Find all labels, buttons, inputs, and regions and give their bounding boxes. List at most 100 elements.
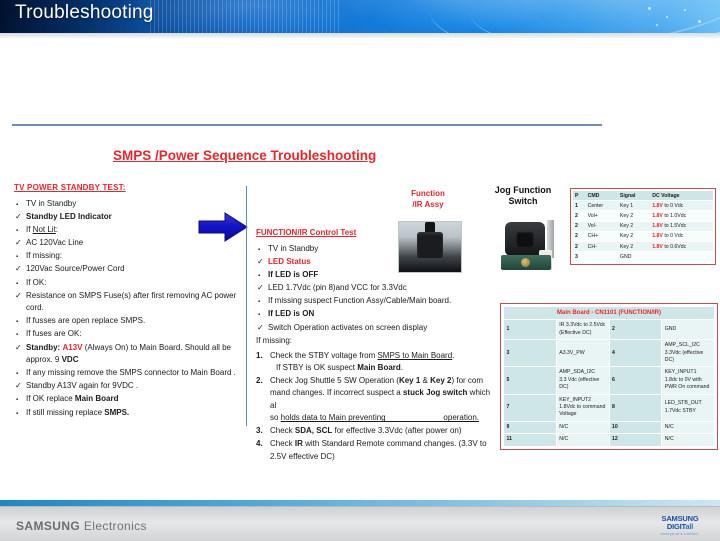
middle-numbered-item: 4. Check IR with Standard Remote command … bbox=[256, 438, 494, 463]
main-board-cell-pin-left: 9 bbox=[503, 420, 557, 435]
middle-bullet-item: ✓ Switch Operation activates on screen di… bbox=[256, 322, 494, 335]
jog-cell-cmd: Vol+ bbox=[585, 210, 618, 222]
left-column-bullet-list: ▪ TV in Standby ✓ Standby LED Indicator ▪ If … bbox=[14, 198, 242, 419]
jog-table-body: 1 Center Key 1 1.8V to 0 Vdc 2 Vol+ Key 2 1.8V … bbox=[573, 200, 713, 263]
left-bullet-item-text: If fusses are open replace SMPS. bbox=[26, 316, 146, 326]
main-board-table-row: 9 N/C 10 N/C bbox=[503, 420, 715, 435]
left-bullet-item: ▪ If any missing remove the SMPS connecto… bbox=[14, 367, 242, 380]
main-board-cell-value-left: AMP_SDA_I2C 3.3 Vdc (effective DC) bbox=[555, 366, 610, 395]
bullet-square-icon: ▪ bbox=[16, 410, 19, 417]
jog-table-row: 2 Vol- Key 2 1.8V to 1.5Vdc bbox=[573, 221, 713, 232]
bullet-square-icon: ▪ bbox=[258, 247, 261, 253]
jog-cell-dc-voltage: 1.8V to 0.6Vdc bbox=[650, 241, 713, 253]
left-bullet-item: ▪ If fuses are OK: bbox=[14, 328, 242, 341]
slide-title: SMPS /Power Sequence Troubleshooting bbox=[113, 148, 377, 163]
left-column-tv-power-standby-test: TV POWER STANDBY TEST: ▪ TV in Standby ✓ St… bbox=[14, 183, 242, 420]
left-bullet-item: ▪ If OK replace Main Board bbox=[14, 393, 242, 406]
bullet-square-icon: ▪ bbox=[258, 312, 261, 319]
left-bullet-item: ▪ TV in Standby bbox=[14, 198, 242, 211]
middle-numbered-item: 1. Check the STBY voltage from SMPS to Ma… bbox=[256, 350, 494, 375]
bullet-square-icon: ▪ bbox=[16, 202, 19, 208]
samsung-digitall-line1-b: all bbox=[685, 522, 694, 531]
main-board-cell-pin-left: 1 bbox=[503, 319, 557, 341]
left-bullet-item: ✓ AC 120Vac Line bbox=[14, 237, 242, 250]
main-board-cell-value-right: KEY_INPUT1 1.8dc to 0V with PWR On comman… bbox=[661, 366, 715, 395]
jog-table-row: 1 Center Key 1 1.8V to 0 Vdc bbox=[573, 200, 713, 212]
jog-cell-dc-voltage: 1.8V to 0 Vdc bbox=[650, 231, 713, 242]
jog-table-row: 3 GND bbox=[573, 251, 713, 263]
jog-cell-dc-voltage: 1.8V to 0 Vdc bbox=[650, 200, 713, 212]
main-board-table-body: 1 IR 3.3Vdc to 2.5Vdc (Effective DC) 2 GND 3 A… bbox=[503, 319, 715, 447]
left-bullet-item: ▪ If OK: bbox=[14, 277, 242, 290]
jog-cell-pin: 1 bbox=[573, 200, 586, 212]
jog-table-header-cell: DC Voltage bbox=[650, 191, 713, 202]
main-board-cell-value-left: KEY_INPUT2 1.8Vdc to command Voltage bbox=[555, 393, 610, 422]
samsung-digitall-line1: SAMSUNG DIGITall bbox=[648, 515, 712, 531]
jog-table-header-cell: CMD bbox=[585, 191, 618, 202]
function-ir-assy-caption-line1: Function bbox=[411, 189, 445, 198]
jog-cell-signal: Key 1 bbox=[617, 200, 651, 212]
middle-numbered-item: 2. Check Jog Shuttle 5 SW Operation (Key … bbox=[256, 375, 494, 425]
main-board-cell-pin-left: 7 bbox=[503, 393, 557, 422]
slide-content-area: SMPS /Power Sequence Troubleshooting TV … bbox=[0, 38, 720, 500]
bullet-square-icon: ▪ bbox=[16, 319, 19, 326]
checkmark-icon: ✓ bbox=[257, 283, 264, 293]
jog-pcb bbox=[501, 255, 551, 270]
function-ir-chassis-base bbox=[399, 258, 461, 272]
jog-cell-dc-voltage: 1.8V to 1.5Vdc bbox=[650, 221, 713, 232]
page-title: Troubleshooting bbox=[15, 2, 154, 23]
slide-footer: SAMSUNG Electronics SAMSUNG DIGITall eve… bbox=[0, 506, 720, 541]
main-board-cell-pin-right: 12 bbox=[608, 433, 663, 447]
jog-cell-pin: 2 bbox=[573, 231, 586, 242]
samsung-digitall-line2: everyone's invited. bbox=[660, 531, 700, 536]
step-number: 3. bbox=[256, 426, 263, 436]
jog-cell-signal: Key 2 bbox=[617, 210, 651, 222]
main-board-cell-pin-right: 8 bbox=[608, 393, 663, 422]
jog-cell-cmd: CH+ bbox=[585, 231, 618, 242]
left-bullet-item-text: Standby: A13V (Always On) to Main Board.… bbox=[26, 342, 231, 365]
jog-cell-signal: Key 2 bbox=[617, 241, 651, 253]
step-text: Check IR with Standard Remote command ch… bbox=[270, 439, 487, 461]
left-bullet-item-text: If missing: bbox=[26, 251, 63, 261]
jog-table-header-cell: Signal bbox=[617, 191, 651, 202]
checkmark-icon: ✓ bbox=[257, 257, 264, 267]
left-bullet-item: ✓ Standby: A13V (Always On) to Main Board… bbox=[14, 342, 242, 367]
main-board-cell-pin-left: 5 bbox=[503, 366, 557, 395]
jog-cell-cmd bbox=[585, 251, 618, 263]
jog-cell-signal: Key 2 bbox=[617, 231, 651, 242]
main-board-cell-value-right: N/C bbox=[661, 420, 715, 435]
footer-brand: SAMSUNG Electronics bbox=[16, 519, 147, 533]
step-number: 4. bbox=[256, 439, 263, 449]
step-number: 2. bbox=[256, 376, 263, 386]
main-board-cell-pin-right: 2 bbox=[608, 319, 663, 341]
left-bullet-item-text: TV in Standby bbox=[26, 199, 77, 208]
main-board-cell-value-right: GND bbox=[661, 319, 715, 341]
bullet-square-icon: ▪ bbox=[16, 228, 19, 235]
left-bullet-item-text: If Not Lit: bbox=[26, 225, 59, 235]
middle-bullet-item-text: If missing suspect Function Assy/Cable/M… bbox=[268, 296, 452, 306]
main-board-cell-pin-right: 10 bbox=[608, 420, 663, 435]
left-bullet-item-text: If OK: bbox=[26, 277, 47, 287]
jog-table-header-row: P CMD Signal DC Voltage bbox=[573, 191, 713, 202]
jog-cell-pin: 2 bbox=[573, 221, 586, 232]
jog-function-switch-photo bbox=[497, 218, 555, 276]
left-column-heading: TV POWER STANDBY TEST: bbox=[14, 183, 126, 192]
header-stripes-decoration bbox=[150, 0, 340, 33]
step-number: 1. bbox=[256, 350, 263, 360]
middle-bullet-item-text: If LED is OFF bbox=[268, 270, 319, 280]
jog-cell-voltage-value: 1.8V bbox=[652, 223, 663, 230]
main-board-cn1101-table: Main Board - CN1101 (FUNCTION/IR) 1 IR 3.… bbox=[500, 303, 718, 450]
jog-cell-voltage-value: 1.8V bbox=[652, 243, 663, 250]
if-missing-label: If missing: bbox=[256, 336, 293, 346]
checkmark-icon: ✓ bbox=[257, 322, 264, 332]
main-board-table-title: Main Board - CN1101 (FUNCTION/IR) bbox=[503, 305, 715, 321]
main-board-cell-value-left: N/C bbox=[555, 433, 610, 447]
function-ir-assy-photo bbox=[398, 221, 462, 273]
jog-cell-voltage-value: 1.8V bbox=[652, 212, 663, 219]
middle-column-numbered-list: 1. Check the STBY voltage from SMPS to Ma… bbox=[256, 350, 494, 463]
function-ir-assy-caption: Function /IR Assy bbox=[402, 188, 454, 210]
bullet-square-icon: ▪ bbox=[16, 280, 19, 287]
checkmark-icon: ✓ bbox=[15, 342, 22, 352]
checkmark-icon: ✓ bbox=[15, 381, 22, 391]
main-board-cell-value-left: A3.3V_PW bbox=[555, 339, 610, 368]
